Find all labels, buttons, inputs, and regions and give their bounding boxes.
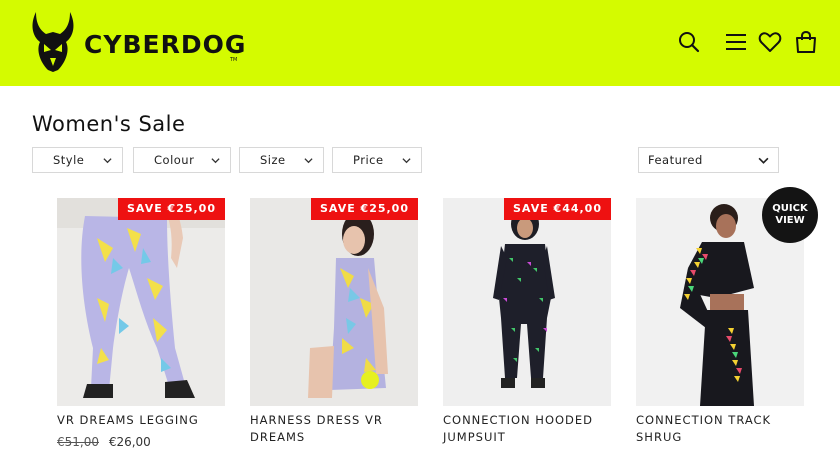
product-image[interactable]: SAVE €44,00	[443, 198, 611, 406]
chevron-down-icon	[211, 158, 220, 164]
filter-size[interactable]: Size	[239, 147, 324, 173]
save-badge: SAVE €44,00	[504, 198, 611, 220]
sort-select[interactable]: Featured	[638, 147, 779, 173]
product-name[interactable]: CONNECTION HOODED JUMPSUIT	[443, 412, 623, 446]
search-icon[interactable]	[677, 30, 701, 54]
filter-price[interactable]: Price	[332, 147, 422, 173]
quick-view-label: VIEW	[775, 215, 805, 226]
filter-label: Style	[53, 153, 85, 167]
save-badge: SAVE €25,00	[311, 198, 418, 220]
product-image[interactable]: SAVE €25,00	[57, 198, 225, 406]
sort-label: Featured	[648, 153, 703, 167]
filter-label: Colour	[154, 153, 195, 167]
cyberdog-logo-icon[interactable]	[30, 10, 76, 74]
chevron-down-icon	[103, 158, 112, 164]
quick-view-button[interactable]: QUICK VIEW	[762, 187, 818, 243]
product-name[interactable]: VR DREAMS LEGGING	[57, 412, 237, 429]
page-title: Women's Sale	[32, 112, 186, 136]
product-name[interactable]: HARNESS DRESS VR DREAMS	[250, 412, 430, 446]
site-header: CYBERDOG TM	[0, 0, 840, 86]
price-row: €51,00 €26,00	[57, 435, 151, 449]
save-badge: SAVE €25,00	[118, 198, 225, 220]
chevron-down-icon	[758, 157, 769, 164]
bag-icon[interactable]	[794, 30, 818, 54]
chevron-down-icon	[304, 158, 313, 164]
menu-icon[interactable]	[724, 30, 748, 54]
quick-view-label: QUICK	[772, 203, 808, 214]
filter-colour[interactable]: Colour	[133, 147, 231, 173]
chevron-down-icon	[402, 158, 411, 164]
sale-price: €26,00	[108, 435, 151, 449]
original-price: €51,00	[57, 435, 99, 449]
filter-label: Price	[353, 153, 384, 167]
product-image[interactable]: SAVE €25,00	[250, 198, 418, 406]
filter-label: Size	[260, 153, 286, 167]
heart-icon[interactable]	[758, 30, 782, 54]
product-name[interactable]: CONNECTION TRACK SHRUG	[636, 412, 816, 446]
brand-name[interactable]: CYBERDOG	[84, 30, 246, 59]
filter-style[interactable]: Style	[32, 147, 123, 173]
trademark-label: TM	[230, 57, 238, 63]
